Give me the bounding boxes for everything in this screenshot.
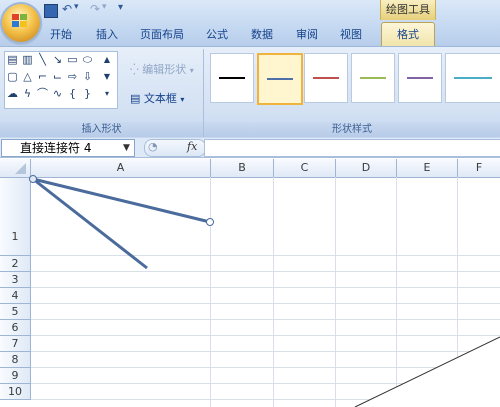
- style-1-line: [219, 77, 245, 79]
- tab-insert[interactable]: 插入: [92, 25, 122, 45]
- drawing-layer: [29, 175, 500, 407]
- drawing-tools-group: 绘图工具: [380, 0, 436, 20]
- down-arrow-shape-icon[interactable]: ⇩: [81, 70, 94, 83]
- connector-start-handle[interactable]: [29, 175, 37, 183]
- insert-function-button[interactable]: fx: [187, 140, 197, 153]
- undo-dropdown-icon[interactable]: ▾: [74, 2, 79, 12]
- tab-home[interactable]: 开始: [46, 25, 76, 45]
- style-6-line: [454, 77, 492, 79]
- tab-formulas[interactable]: 公式: [202, 25, 232, 45]
- formula-toolbar: ◔ fx: [144, 139, 206, 157]
- rounded-rectangle-shape-icon[interactable]: ▢: [6, 70, 19, 83]
- vertical-textbox-shape-icon[interactable]: ▥: [21, 53, 34, 66]
- gallery-more-icon[interactable]: ▾: [102, 87, 112, 100]
- redo-icon[interactable]: ↷: [90, 2, 100, 16]
- style-2-line: [267, 78, 293, 80]
- expand-formula-icon[interactable]: ◔: [148, 140, 158, 153]
- line-shape-icon[interactable]: ╲: [36, 53, 49, 66]
- style-5-line: [407, 77, 433, 79]
- edit-shape-icon: ⁛: [130, 63, 139, 76]
- redo-dropdown-icon[interactable]: ▾: [102, 2, 107, 12]
- shape-style-2[interactable]: [257, 53, 303, 105]
- elbow-connector-shape-icon[interactable]: ⌐: [36, 70, 49, 83]
- shape-style-6[interactable]: [445, 53, 500, 103]
- tab-format[interactable]: 格式: [381, 22, 435, 48]
- shape-styles-group-label: 形状样式: [204, 122, 500, 137]
- name-box-dropdown-icon[interactable]: ▼: [123, 140, 130, 156]
- edit-shape-label: 编辑形状: [142, 63, 187, 76]
- shape-style-5[interactable]: [398, 53, 442, 103]
- edit-shape-button[interactable]: ⁛ 编辑形状 ▾: [130, 61, 194, 77]
- shape-style-3[interactable]: [304, 53, 348, 103]
- edit-shape-dropdown-icon: ▾: [189, 66, 194, 75]
- triangle-shape-icon[interactable]: △: [21, 70, 34, 83]
- tab-review[interactable]: 审阅: [292, 25, 322, 45]
- office-logo-icon: [12, 14, 27, 27]
- text-box-button[interactable]: ▤ 文本框 ▾: [130, 90, 184, 106]
- arc-shape-icon[interactable]: ⌒: [36, 87, 49, 100]
- gallery-scroll-up-icon[interactable]: ▲: [102, 53, 112, 66]
- oval-shape-icon[interactable]: ⬭: [81, 53, 94, 66]
- scribble-shape-icon[interactable]: ϟ: [21, 87, 34, 100]
- formula-bar: 直接连接符 4 ▼ ◔ fx: [0, 138, 500, 158]
- style-3-line: [313, 77, 339, 79]
- name-box[interactable]: 直接连接符 4 ▼: [1, 139, 135, 157]
- elbow-arrow-connector-shape-icon[interactable]: ⌙: [51, 70, 64, 83]
- shape-style-4[interactable]: [351, 53, 395, 103]
- tab-data[interactable]: 数据: [247, 25, 277, 45]
- gallery-scroll-down-icon[interactable]: ▼: [102, 70, 112, 83]
- name-box-value: 直接连接符 4: [20, 141, 92, 155]
- connector-end-handle[interactable]: [206, 218, 214, 226]
- insert-shapes-group-label: 插入形状: [0, 122, 203, 137]
- style-4-line: [360, 77, 386, 79]
- shape-style-1[interactable]: [210, 53, 254, 103]
- ribbon: ▤ ▥ ╲ ↘ ▭ ⬭ ▢ △ ⌐ ⌙ ⇨ ⇩ ☁ ϟ ⌒ ∿ { } ▲ ▼ …: [0, 46, 500, 140]
- customize-quick-access-icon[interactable]: ▾: [118, 2, 123, 13]
- text-box-label: 文本框: [143, 92, 177, 105]
- freeform-shape-icon[interactable]: ☁: [6, 87, 19, 100]
- tab-page-layout[interactable]: 页面布局: [137, 25, 187, 45]
- right-arrow-shape-icon[interactable]: ⇨: [66, 70, 79, 83]
- right-brace-shape-icon[interactable]: }: [81, 87, 94, 100]
- text-box-icon: ▤: [130, 92, 141, 105]
- undo-icon[interactable]: ↶: [62, 2, 72, 16]
- curve-shape-icon[interactable]: ∿: [51, 87, 64, 100]
- rectangle-shape-icon[interactable]: ▭: [66, 53, 79, 66]
- arrow-line-shape-icon[interactable]: ↘: [51, 53, 64, 66]
- worksheet-grid[interactable]: A B C D E F 1 2 3 4 5 6 7 8 9 10: [0, 159, 500, 407]
- formula-input[interactable]: [204, 139, 500, 157]
- left-brace-shape-icon[interactable]: {: [66, 87, 79, 100]
- tab-view[interactable]: 视图: [336, 25, 366, 45]
- textbox-shape-icon[interactable]: ▤: [6, 53, 19, 66]
- save-icon[interactable]: [44, 4, 58, 18]
- text-box-dropdown-icon: ▾: [180, 95, 185, 104]
